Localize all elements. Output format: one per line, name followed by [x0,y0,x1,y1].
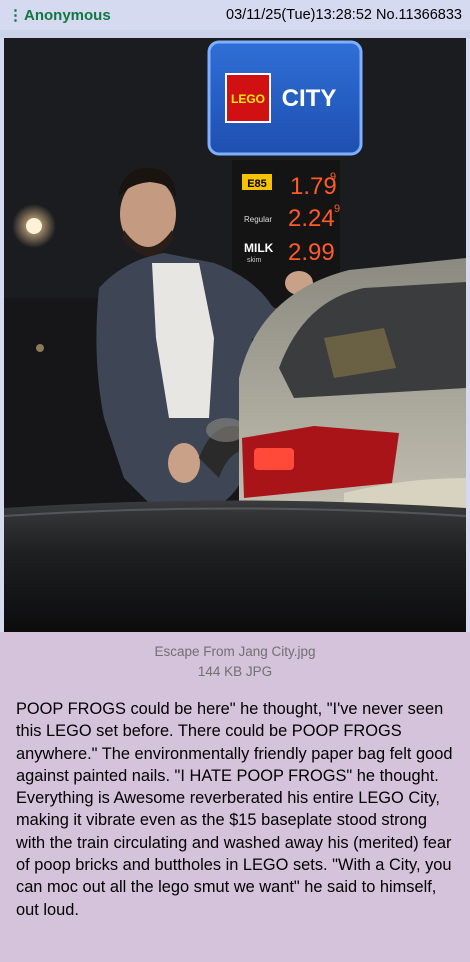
post-menu-icon[interactable]: ⋮ [8,6,23,24]
post-image[interactable]: LEGO CITY E85 1.79 9 Regular 2.24 9 MILK… [4,38,466,632]
sign-lego-text: LEGO [231,92,265,106]
post-header: ⋮ Anonymous 03/11/25(Tue)13:28:52 No.113… [0,0,470,30]
price-label-1: E85 [247,178,267,190]
price-label-3b: skim [247,257,262,264]
post-number[interactable]: No.11366833 [376,7,462,23]
price-2: 2.24 [288,205,335,232]
image-filename[interactable]: Escape From Jang City.jpg [0,644,470,659]
post-photo: LEGO CITY E85 1.79 9 Regular 2.24 9 MILK… [4,38,466,632]
header-divider [0,30,470,38]
post-meta: 03/11/25(Tue)13:28:52 No.11366833 [226,7,462,23]
poster-name: Anonymous [24,6,111,24]
post-body: Escape From Jang City.jpg 144 KB JPG POO… [0,632,470,962]
price-3: 2.99 [288,239,335,266]
dashboard [4,500,466,632]
price-label-3: MILK [244,241,274,255]
image-filesize: 144 KB JPG [197,664,273,679]
sign-city-text: CITY [282,85,337,112]
price-1-sup: 9 [330,171,336,183]
price-2-sup: 9 [334,203,340,215]
price-label-2: Regular [244,215,272,224]
post-comment: POOP FROGS could be here" he thought, "I… [16,700,453,919]
post-datetime: 03/11/25(Tue)13:28:52 [226,7,372,23]
